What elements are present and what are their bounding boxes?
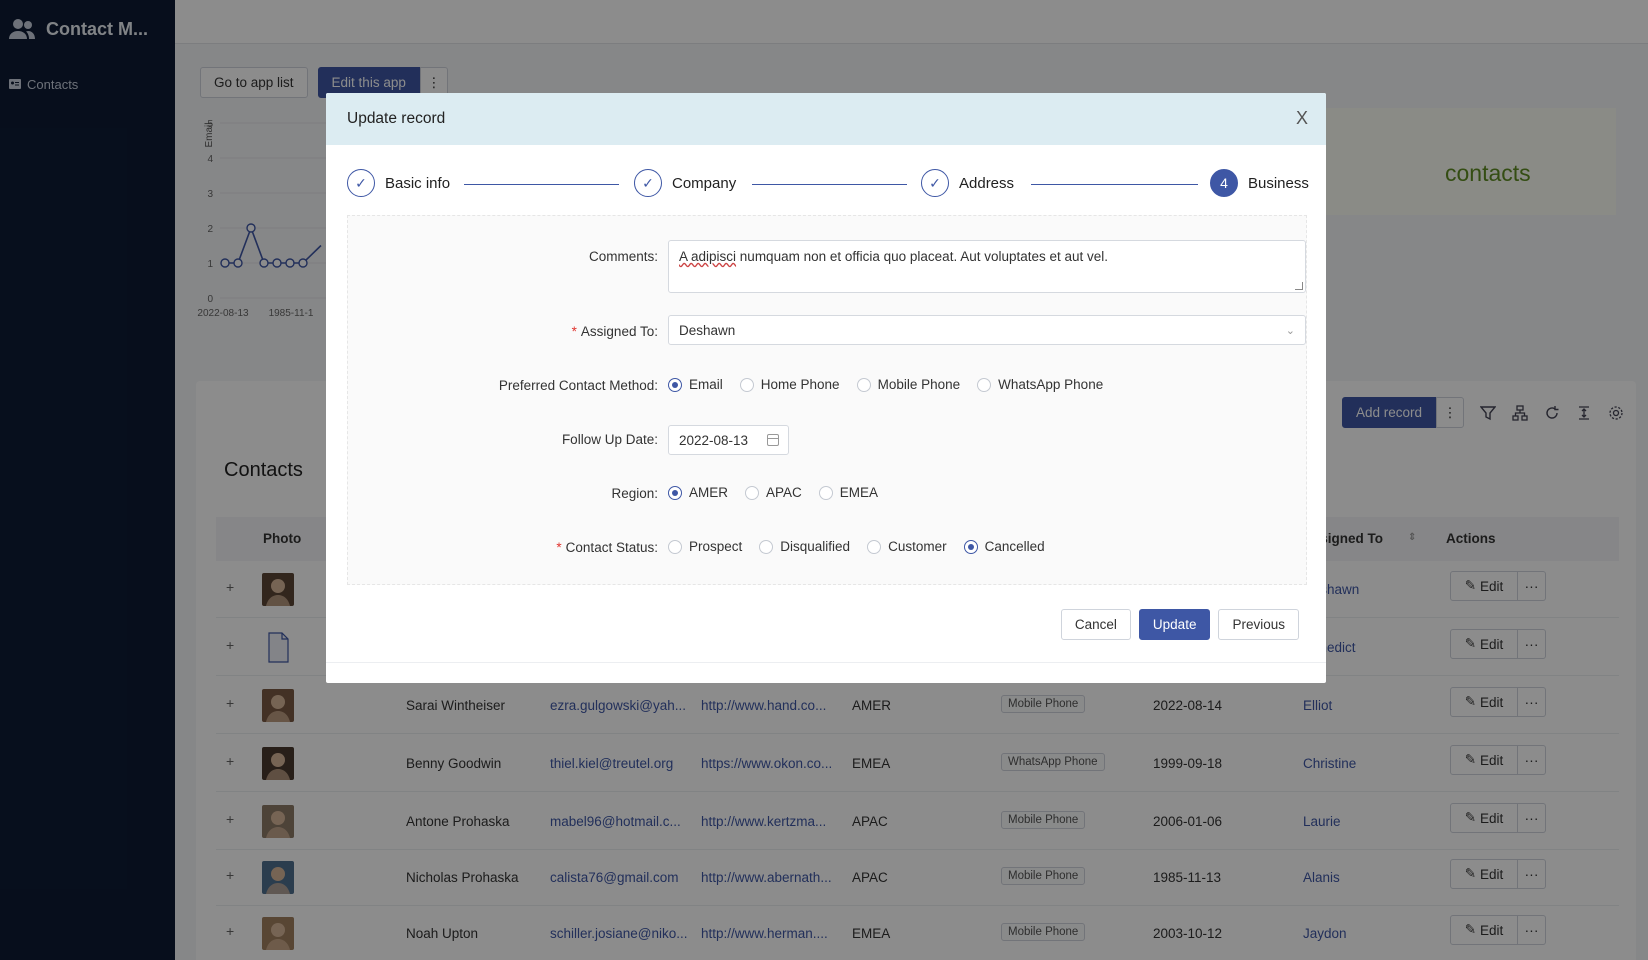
stepper: ✓ Basic info ✓ Company ✓ Address 4 Busin… — [347, 169, 1309, 201]
modal-divider — [326, 662, 1326, 663]
follow-up-value: 2022-08-13 — [679, 432, 749, 448]
radio-amer[interactable]: AMER — [668, 485, 728, 500]
step-basic-info[interactable]: ✓ Basic info — [347, 169, 450, 197]
radio-dot[interactable] — [668, 377, 682, 392]
update-record-modal: Update record X ✓ Basic info ✓ Company ✓… — [326, 93, 1326, 683]
assigned-to-value: Deshawn — [679, 322, 736, 338]
previous-button[interactable]: Previous — [1218, 609, 1299, 640]
follow-up-date-picker[interactable]: 2022-08-13 — [668, 425, 789, 455]
cancel-button[interactable]: Cancel — [1060, 609, 1131, 640]
follow-up-label: Follow Up Date: — [561, 432, 658, 447]
radio-mobile-phone[interactable]: Mobile Phone — [856, 377, 960, 392]
calendar-icon[interactable] — [767, 434, 779, 446]
radio-prospect[interactable]: Prospect — [668, 539, 742, 554]
radio-emea[interactable]: EMEA — [818, 485, 878, 500]
modal-title: Update record — [347, 110, 446, 127]
comments-textarea[interactable]: A adipisci numquam non et officia quo pl… — [668, 240, 1306, 293]
step-label: Company — [672, 174, 737, 192]
comments-text-underlined: A adipisci — [679, 249, 737, 264]
step-label: Business — [1248, 174, 1309, 192]
radio-home-phone[interactable]: Home Phone — [739, 377, 840, 392]
close-icon[interactable]: X — [1292, 108, 1312, 128]
radio-dot[interactable] — [867, 539, 882, 554]
radio-dot[interactable] — [856, 377, 871, 392]
step-number-badge: 4 — [1210, 169, 1238, 197]
check-icon: ✓ — [347, 169, 375, 197]
preferred-contact-radio-group: Email Home Phone Mobile Phone WhatsApp P… — [668, 377, 1103, 392]
check-icon: ✓ — [921, 169, 949, 197]
update-button[interactable]: Update — [1138, 609, 1211, 640]
preferred-contact-label: Preferred Contact Method: — [498, 378, 658, 393]
radio-dot[interactable] — [745, 485, 760, 500]
radio-disqualified[interactable]: Disqualified — [759, 539, 850, 554]
check-icon: ✓ — [634, 169, 662, 197]
radio-email[interactable]: Email — [668, 377, 723, 392]
region-radio-group: AMER APAC EMEA — [668, 485, 878, 500]
radio-dot[interactable] — [759, 539, 774, 554]
assigned-to-select[interactable]: Deshawn ⌄ — [668, 315, 1306, 345]
resize-handle-icon[interactable] — [1295, 282, 1303, 290]
radio-dot[interactable] — [977, 377, 992, 392]
step-label: Address — [959, 174, 1015, 192]
radio-dot[interactable] — [963, 539, 978, 554]
radio-dot[interactable] — [668, 539, 682, 554]
step-address[interactable]: ✓ Address — [921, 169, 1014, 197]
comments-text: numquam non et officia quo placeat. Aut … — [736, 249, 1109, 264]
contact-status-radio-group: Prospect Disqualified Customer Cancelled — [668, 539, 1045, 554]
step-label: Basic info — [385, 174, 451, 192]
radio-cancelled[interactable]: Cancelled — [963, 539, 1045, 554]
radio-whatsapp-phone[interactable]: WhatsApp Phone — [977, 377, 1103, 392]
comments-label: Comments: — [588, 249, 658, 264]
step-business[interactable]: 4 Business — [1210, 169, 1309, 197]
assigned-to-label: * Assigned To: — [571, 324, 658, 339]
chevron-down-icon: ⌄ — [1285, 325, 1295, 337]
step-connector — [464, 184, 619, 185]
region-label: Region: — [611, 486, 658, 501]
radio-dot[interactable] — [818, 485, 833, 500]
radio-customer[interactable]: Customer — [867, 539, 947, 554]
step-connector — [1031, 184, 1198, 185]
step-company[interactable]: ✓ Company — [634, 169, 736, 197]
step-connector — [752, 184, 907, 185]
modal-footer: Cancel Update Previous — [1060, 609, 1299, 640]
radio-dot[interactable] — [668, 485, 682, 500]
radio-dot[interactable] — [739, 377, 754, 392]
contact-status-label: * Contact Status: — [556, 540, 658, 555]
form-section: Comments: A adipisci numquam non et offi… — [347, 215, 1307, 585]
modal-header: Update record X — [326, 93, 1326, 145]
radio-apac[interactable]: APAC — [745, 485, 802, 500]
